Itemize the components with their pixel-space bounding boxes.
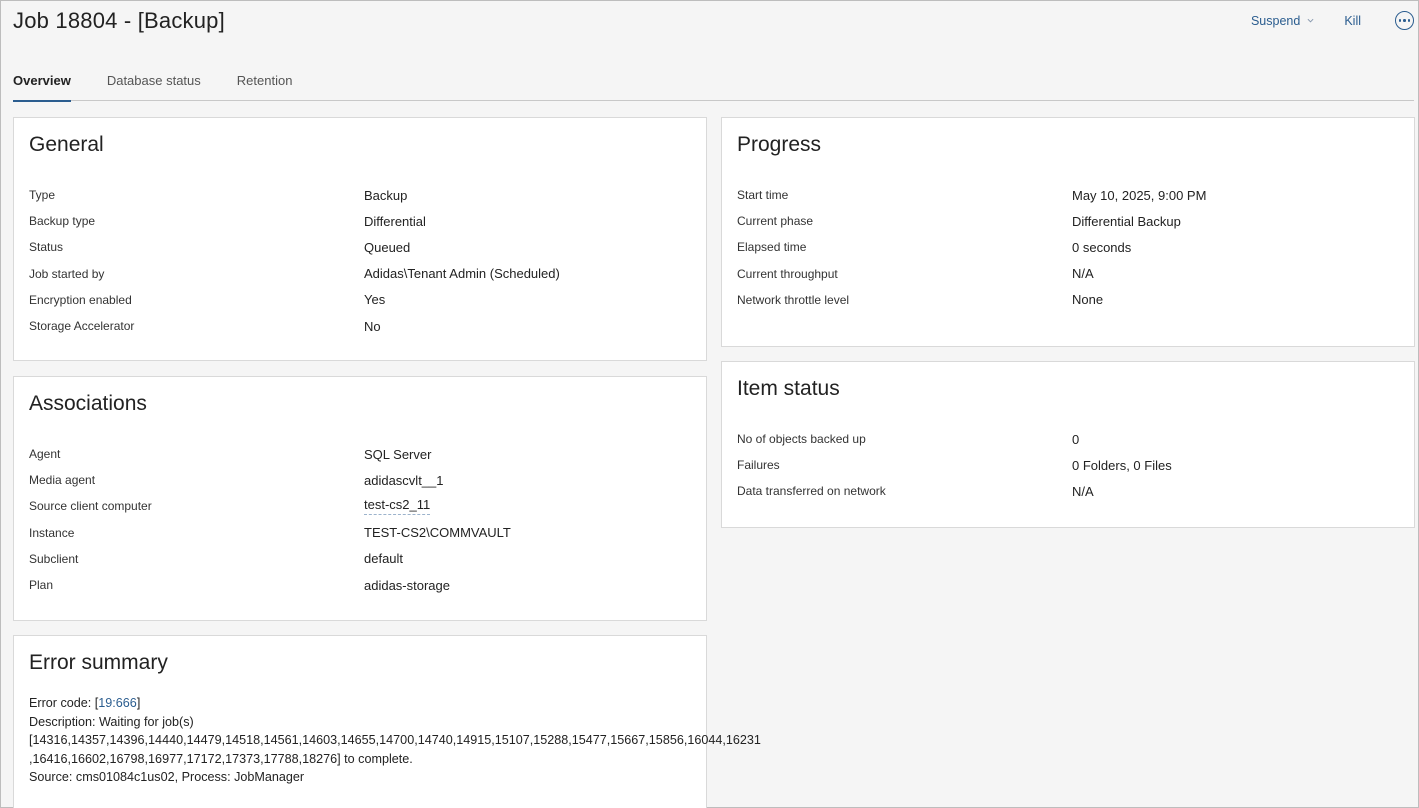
general-title: General <box>29 133 104 156</box>
item-row-failures: Failures 0 Folders, 0 Files <box>737 452 1399 478</box>
error-summary-body: Error code: [19:666] Description: Waitin… <box>29 694 761 787</box>
row-value: Queued <box>364 239 411 255</box>
row-value: SQL Server <box>364 446 432 462</box>
row-label: Subclient <box>29 551 79 566</box>
general-row-storage-accelerator: Storage Accelerator No <box>29 313 691 339</box>
associations-title: Associations <box>29 392 147 415</box>
general-row-status: Status Queued <box>29 234 691 260</box>
error-description-line3: ,16416,16602,16798,16977,17172,17373,177… <box>29 751 413 766</box>
error-code-suffix: ] <box>136 696 141 710</box>
progress-row-current-phase: Current phase Differential Backup <box>737 208 1399 234</box>
row-label: Failures <box>737 458 780 473</box>
row-label: Encryption enabled <box>29 292 132 307</box>
general-card: General Type Backup Backup type Differenti… <box>13 117 707 361</box>
row-label: Network throttle level <box>737 292 850 307</box>
row-label: Storage Accelerator <box>29 319 135 334</box>
error-code-line: Error code: [19:666] <box>29 694 691 713</box>
chevron-down-icon <box>1307 18 1314 23</box>
row-label: Agent <box>29 447 61 462</box>
row-label: Type <box>29 188 56 203</box>
tab-overview[interactable]: Overview <box>13 59 71 102</box>
row-value: None <box>1072 292 1104 308</box>
row-label: Instance <box>29 525 75 540</box>
error-summary-card: Error summary Error code: [19:666] Descr… <box>13 635 761 808</box>
error-code-link[interactable]: 19:666 <box>98 696 137 710</box>
progress-row-elapsed: Elapsed time 0 seconds <box>737 234 1399 260</box>
progress-title: Progress <box>737 133 822 156</box>
error-code-prefix: Error code: [ <box>29 696 99 710</box>
row-value: adidascvlt__1 <box>364 472 444 488</box>
error-source: Source: cms01084c1us02, Process: JobMana… <box>29 770 305 785</box>
row-label: Backup type <box>29 214 96 229</box>
suspend-label: Suspend <box>1250 13 1301 28</box>
row-label: Media agent <box>29 473 96 488</box>
row-label: Source client computer <box>29 499 152 514</box>
item-status-title: Item status <box>737 377 840 400</box>
progress-row-throttle: Network throttle level None <box>737 287 1399 313</box>
row-value: No <box>364 318 381 334</box>
row-label: No of objects backed up <box>737 432 866 447</box>
row-value: 0 seconds <box>1072 239 1132 255</box>
progress-card: Progress Start time May 10, 2025, 9:00 PM… <box>721 117 1415 347</box>
error-summary-title: Error summary <box>29 651 168 674</box>
item-row-objects: No of objects backed up 0 <box>737 426 1399 452</box>
tab-retention[interactable]: Retention <box>237 59 293 101</box>
row-value: Adidas\Tenant Admin (Scheduled) <box>364 266 560 282</box>
assoc-row-agent: Agent SQL Server <box>29 441 691 467</box>
kill-button[interactable]: Kill <box>1344 14 1361 28</box>
progress-row-throughput: Current throughput N/A <box>737 261 1399 287</box>
progress-row-start-time: Start time May 10, 2025, 9:00 PM <box>737 182 1399 208</box>
row-label: Start time <box>737 188 789 203</box>
general-row-type: Type Backup <box>29 182 691 208</box>
row-label: Data transferred on network <box>737 484 886 499</box>
row-value: Differential Backup <box>1072 213 1181 229</box>
row-label: Current phase <box>737 214 814 229</box>
item-status-card: Item status No of objects backed up 0 Fai… <box>721 361 1415 528</box>
general-row-encryption: Encryption enabled Yes <box>29 287 691 313</box>
row-value: Backup <box>364 187 408 203</box>
assoc-row-instance: Instance TEST-CS2\COMMVAULT <box>29 520 691 546</box>
page-title: Job 18804 - [Backup] <box>13 8 225 33</box>
general-row-started-by: Job started by Adidas\Tenant Admin (Sched… <box>29 261 691 287</box>
assoc-row-media-agent: Media agent adidascvlt__1 <box>29 467 691 493</box>
row-value: N/A <box>1072 266 1094 282</box>
general-row-backup-type: Backup type Differential <box>29 208 691 234</box>
error-description-line1: Description: Waiting for job(s) <box>29 714 194 729</box>
assoc-row-plan: Plan adidas-storage <box>29 572 691 598</box>
row-label: Job started by <box>29 266 105 281</box>
row-value: 0 Folders, 0 Files <box>1072 457 1172 473</box>
tab-database-status[interactable]: Database status <box>107 59 201 101</box>
row-label: Status <box>29 240 64 255</box>
row-value: May 10, 2025, 9:00 PM <box>1072 187 1207 203</box>
suspend-button[interactable]: Suspend <box>1251 14 1314 28</box>
row-value: Differential <box>364 213 426 229</box>
item-row-data-transferred: Data transferred on network N/A <box>737 478 1399 504</box>
assoc-row-source-client: Source client computer test-cs2_11 <box>29 493 691 519</box>
instance-link[interactable]: TEST-CS2\COMMVAULT <box>364 525 511 540</box>
more-options-icon[interactable] <box>1395 11 1414 30</box>
tab-bar: Overview Database status Retention <box>13 59 1414 102</box>
header-actions: Suspend Kill <box>1251 11 1414 30</box>
row-value: 0 <box>1072 431 1080 447</box>
row-value: N/A <box>1072 483 1094 499</box>
source-client-link[interactable]: test-cs2_11 <box>364 497 431 516</box>
row-value: Yes <box>364 292 386 308</box>
row-label: Current throughput <box>737 266 838 281</box>
row-label: Plan <box>29 578 54 593</box>
error-description-line2: [14316,14357,14396,14440,14479,14518,145… <box>29 733 761 748</box>
assoc-row-subclient: Subclient default <box>29 546 691 572</box>
associations-card: Associations Agent SQL Server Media agent… <box>13 376 707 621</box>
subclient-link[interactable]: default <box>364 551 403 566</box>
row-label: Elapsed time <box>737 240 807 255</box>
plan-link[interactable]: adidas-storage <box>364 578 450 593</box>
